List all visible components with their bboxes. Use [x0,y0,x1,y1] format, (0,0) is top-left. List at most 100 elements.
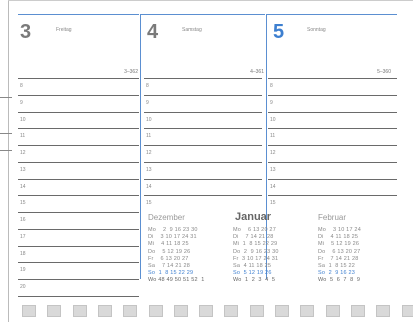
hour-label: 9 [270,100,273,106]
day-name: Samstag [182,27,202,33]
calendar-line: Fr 7 14 21 28 [318,255,359,262]
binding-hole [173,305,188,317]
hour-row-line [18,296,139,297]
binding-hole [249,305,264,317]
hour-row-line [18,112,139,113]
hour-label: 9 [20,100,23,106]
hour-label: 15 [270,200,276,206]
calendar-line: Mi 4 11 18 25 [148,241,189,248]
calendar-line: So 1 8 15 22 29 [148,270,194,277]
hour-row-line [18,162,139,163]
hour-row-line [144,179,262,180]
day-name: Freitag [56,27,72,33]
calendar-line: Do 2 9 16 23 30 [233,248,279,255]
page-edge [0,0,9,322]
hour-label: 11 [270,133,276,139]
hour-label: 13 [146,167,152,173]
hour-row-line [144,95,262,96]
hour-row-line [18,128,139,129]
calendar-line: Do 5 12 19 26 [148,248,191,255]
calendar-line: Mi 5 12 19 26 [318,241,360,248]
hour-row-line [18,195,139,196]
hour-label: 14 [20,184,26,190]
binding-hole [300,305,315,317]
binding-hole [22,305,36,317]
hour-row-line [18,179,139,180]
hour-row-line [144,128,262,129]
binding-hole [376,305,391,317]
hour-row-line [144,162,262,163]
hour-row-line [18,262,139,263]
hour-label: 12 [146,150,152,156]
calendar-line: Sa 4 11 18 25 [233,263,272,269]
hour-row-line [268,112,397,113]
hour-label: 12 [20,150,26,156]
hour-label: 9 [146,100,149,106]
hour-label: 8 [146,83,149,89]
top-rule [8,0,413,1]
day-of-year: 4–361 [250,69,264,75]
hour-label: 12 [270,150,276,156]
hour-row-line [144,78,262,79]
day-number: 4 [147,21,159,43]
binding-hole [275,305,289,317]
planner-page: 3 Freitag 3–362 4 Samstag 4–361 5 Sonnta… [0,0,413,322]
column-separator [140,14,141,279]
calendar-line: Di 3 10 17 24 31 [148,234,197,241]
hour-label: 10 [20,117,26,123]
binding-hole [97,305,112,317]
hour-row-line [268,78,397,79]
hour-row-line [18,78,139,79]
hour-row-line [268,195,397,196]
hour-row-line [18,95,139,96]
binding-hole [401,305,413,317]
calendar-line: Fr 3 10 17 24 31 [233,255,279,262]
day-number: 5 [273,21,285,43]
calendar-month-title: Januar [235,211,272,223]
calendar-line: Di 4 11 18 25 [318,234,359,241]
calendar-line: Wo 48 49 50 51 52 1 [148,277,205,284]
calendar-line: Mo 3 10 17 24 [318,227,361,233]
calendar-line: So 2 9 16 23 [318,270,356,277]
hour-label: 16 [20,217,26,223]
calendar-line: Fr 6 13 20 27 [148,255,189,262]
hour-row-line [144,195,262,196]
hour-label: 14 [270,184,276,190]
calendar-line: Mo 6 13 20 27 [233,227,276,233]
hour-label: 10 [270,117,276,123]
calendar-line: Sa 1 8 15 22 [318,263,356,269]
hour-label: 11 [146,133,152,139]
hour-label: 10 [146,117,152,123]
hour-row-line [268,179,397,180]
calendar-month-title: Februar [318,213,347,222]
hour-row-line [18,212,139,213]
calendar-line: Do 6 13 20 27 [318,248,361,255]
hour-row-line [18,279,139,280]
hour-row-line [268,162,397,163]
day-number: 3 [20,21,32,43]
calendar-line: Mo 2 9 16 23 30 [148,227,198,233]
page-edge-notch [0,150,12,151]
hour-label: 17 [20,234,26,240]
binding-hole [148,305,163,317]
header-line [141,14,265,15]
hour-row-line [268,95,397,96]
hour-label: 14 [146,184,152,190]
day-of-year: 5–360 [377,69,391,75]
hour-row-line [144,145,262,146]
hour-label: 8 [270,83,273,89]
day-of-year: 3–362 [124,69,138,75]
binding-hole [199,305,214,317]
binding-hole [224,305,239,317]
hour-row-line [268,145,397,146]
hour-label: 13 [270,167,276,173]
header-line [267,14,397,15]
calendar-line: So 5 12 19 26 [233,270,272,277]
hour-row-line [18,229,139,230]
hour-label: 18 [20,251,26,257]
binding-hole [47,305,62,317]
hour-label: 15 [146,200,152,206]
hour-label: 13 [20,167,26,173]
page-edge-notch [0,133,12,134]
header-line [18,14,139,15]
